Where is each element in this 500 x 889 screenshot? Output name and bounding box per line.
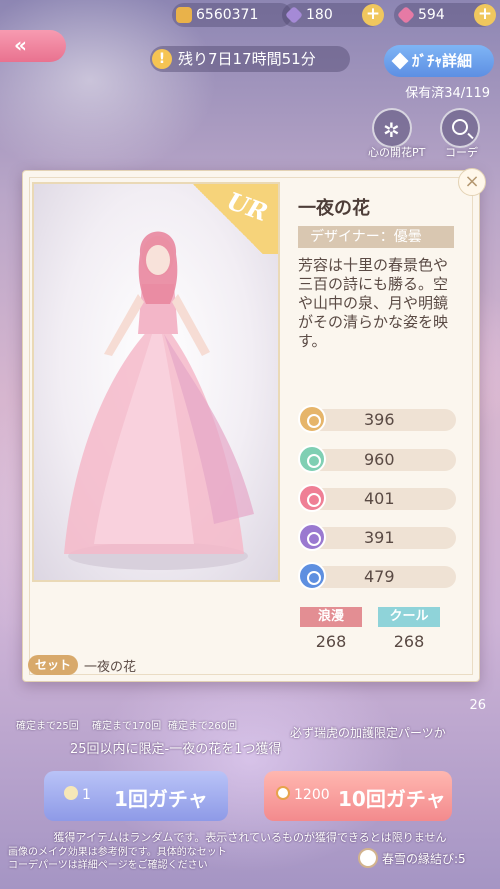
search-icon <box>452 119 468 135</box>
diamond-icon <box>391 52 409 70</box>
guarantee-count-2: 確定まで170回 <box>92 721 162 732</box>
item-preview-image: UR <box>32 182 280 582</box>
coin-icon <box>176 7 192 23</box>
back-button[interactable]: « <box>0 30 66 62</box>
makeup-note-line-2: コーデパーツは詳細ページをご確認ください <box>8 860 208 871</box>
ten-pull-label: 10回ガチャ <box>338 787 446 811</box>
random-item-notice: 獲得アイテムはランダムです。表示されているものが獲得できるとは限りません <box>53 831 447 844</box>
fate-icon <box>358 848 378 868</box>
tag-romantic-value: 268 <box>315 632 347 651</box>
event-timer: ! 残り7日17時間51分 <box>150 46 350 72</box>
cool-icon <box>298 562 326 590</box>
flower-icon: ✲ <box>383 118 400 142</box>
ten-pull-button[interactable]: 1200 10回ガチャ <box>264 771 452 821</box>
elegant-icon <box>298 405 326 433</box>
purple-diamond-icon <box>284 5 304 25</box>
makeup-note-line-1: 画像のメイク効果は参考例です。具体的なセット <box>8 847 227 858</box>
pink-diamond-icon <box>396 5 416 25</box>
diamond-purple-counter: 180 + <box>282 3 384 27</box>
alert-icon: ! <box>152 49 172 69</box>
single-pull-cost: 1 <box>82 787 91 803</box>
gacha-detail-label: ｶﾞﾁｬ詳細 <box>412 52 473 70</box>
makeup-note: 画像のメイク効果は参考例です。具体的なセット コーデパーツは詳細ページをご確認く… <box>8 846 227 872</box>
side-count: 26 <box>469 698 486 713</box>
ten-pull-cost: 1200 <box>294 787 330 803</box>
designer-label: デザイナー：優曇 <box>298 226 454 248</box>
stat-value: 960 <box>364 450 395 469</box>
stat-fresh: 960 <box>298 445 456 473</box>
fresh-icon <box>298 445 326 473</box>
fate-text: 春雪の縁結び:5 <box>382 852 466 866</box>
coordinate-label: コーデ <box>445 146 478 159</box>
stat-elegant: 396 <box>298 405 456 433</box>
stat-value: 391 <box>364 528 395 547</box>
tag-cool: クール <box>378 607 440 627</box>
set-name[interactable]: 一夜の花 <box>84 656 136 675</box>
diamond-icon <box>276 786 290 800</box>
stat-value: 479 <box>364 567 395 586</box>
bond-points-button[interactable]: ✲ <box>372 108 412 148</box>
guarantee-line-2: 25回以内に限定-一夜の花を1つ獲得 <box>70 742 282 757</box>
gold-value: 6560371 <box>196 7 259 23</box>
owned-count: 保有済34/119 <box>405 86 490 101</box>
timer-text: 残り7日17時間51分 <box>178 50 316 68</box>
sweet-icon <box>298 484 326 512</box>
gacha-detail-button[interactable]: ｶﾞﾁｬ詳細 <box>384 45 494 77</box>
stat-value: 401 <box>364 489 395 508</box>
diamond-pink-counter: 594 + <box>394 3 496 27</box>
guarantee-line-1: 必ず瑞虎の加護限定パーツか <box>290 726 446 740</box>
guarantee-count-3: 確定まで260回 <box>168 721 238 732</box>
item-description: 芳容は十里の春景色や三百の詩にも勝る。空や山中の泉、月や明鏡がその清らかな姿を映… <box>298 256 449 350</box>
stat-cool: 479 <box>298 562 456 590</box>
stat-value: 396 <box>364 410 395 429</box>
bond-points-label: 心の開花PT <box>368 146 426 159</box>
single-pull-label: 1回ガチャ <box>114 787 208 811</box>
add-purple-diamond-button[interactable]: + <box>362 4 384 26</box>
item-name: 一夜の花 <box>298 198 370 219</box>
coordinate-search-button[interactable] <box>440 108 480 148</box>
single-pull-button[interactable]: 1 1回ガチャ <box>44 771 228 821</box>
key-icon <box>64 786 78 800</box>
diamond-pink-value: 594 <box>418 7 445 23</box>
sexy-icon <box>298 523 326 551</box>
guarantee-count-1: 確定まで25回 <box>16 721 79 732</box>
tag-cool-value: 268 <box>393 632 425 651</box>
tag-romantic: 浪漫 <box>300 607 362 627</box>
gold-counter: 6560371 <box>172 3 292 27</box>
add-pink-diamond-button[interactable]: + <box>474 4 496 26</box>
top-bar: 6560371 180 + 594 + <box>0 3 500 27</box>
diamond-purple-value: 180 <box>306 7 333 23</box>
stat-sexy: 391 <box>298 523 456 551</box>
stat-sweet: 401 <box>298 484 456 512</box>
spring-snow-fate-button[interactable]: 春雪の縁結び:5 <box>356 848 466 868</box>
set-badge: セット <box>28 655 78 675</box>
close-icon[interactable]: × <box>458 168 486 196</box>
